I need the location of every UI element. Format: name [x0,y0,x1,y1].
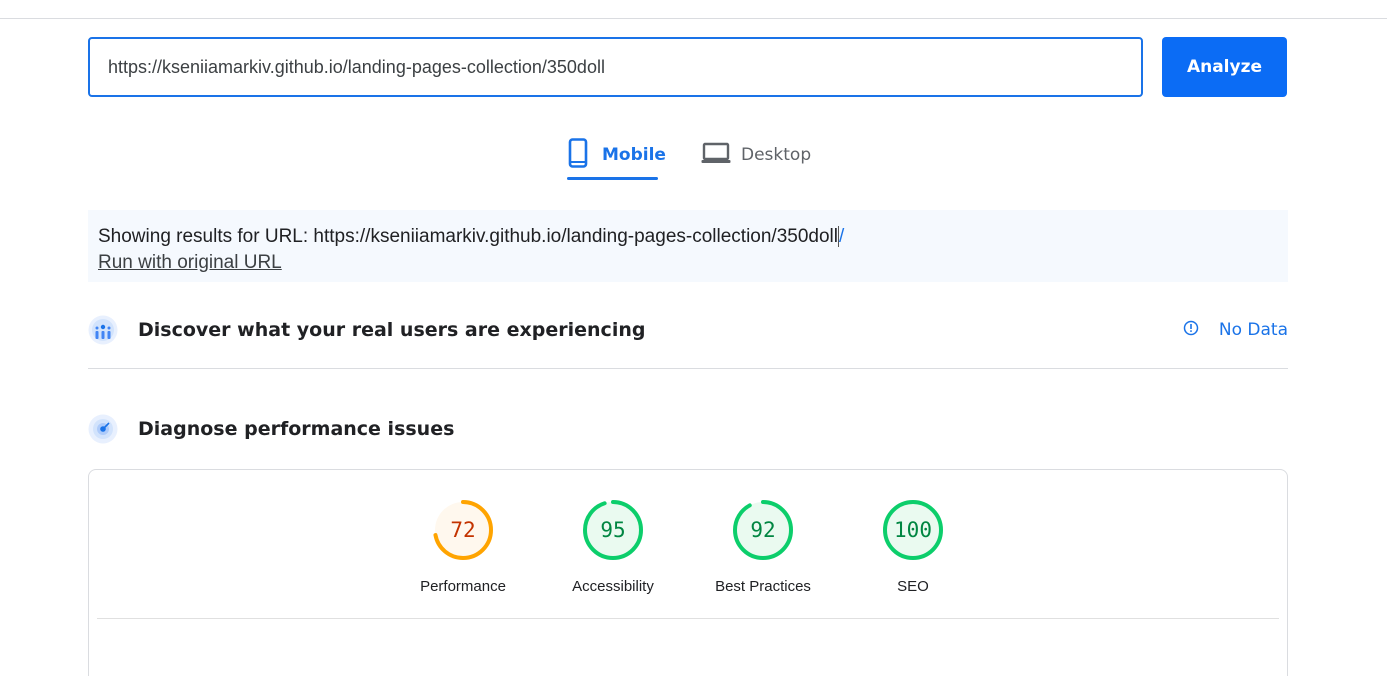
active-tab-indicator [567,177,658,180]
url-input[interactable] [88,37,1143,97]
tab-mobile-label: Mobile [602,145,666,165]
tab-desktop[interactable]: Desktop [701,130,816,180]
info-icon [1183,320,1199,341]
score-value: 95 [600,518,625,542]
laptop-icon [701,141,731,170]
tab-desktop-label: Desktop [741,145,812,165]
field-data-title: Discover what your real users are experi… [138,319,646,341]
score-value: 72 [450,518,475,542]
results-url-text: Showing results for URL: https://kseniia… [98,224,1278,250]
score-ring: 100 [883,500,943,560]
score-label: Accessibility [572,578,654,595]
score-ring: 92 [733,500,793,560]
score-value: 92 [750,518,775,542]
results-url-notice: Showing results for URL: https://kseniia… [88,210,1288,282]
tab-mobile[interactable]: Mobile [567,130,666,180]
lighthouse-icon [88,414,118,444]
results-url-prefix: Showing results for URL: https://kseniia… [98,226,838,247]
field-data-section: Discover what your real users are experi… [88,310,1288,350]
run-original-url-link[interactable]: Run with original URL [98,250,282,276]
score-label: SEO [897,578,929,595]
card-divider [97,618,1279,619]
seo-score-gauge[interactable]: 100 SEO [853,498,973,595]
smartphone-icon [567,137,589,173]
no-data-indicator[interactable]: No Data [1183,310,1288,350]
score-label: Performance [420,578,506,595]
best-practices-score-gauge[interactable]: 92 Best Practices [703,498,823,595]
lab-data-title: Diagnose performance issues [138,418,455,440]
device-tabs: Mobile Desktop [0,130,1387,182]
score-label: Best Practices [715,578,811,595]
analyze-button[interactable]: Analyze [1162,37,1287,97]
score-ring: 72 [433,500,493,560]
crux-users-icon [88,315,118,345]
score-value: 100 [894,518,932,542]
no-data-label: No Data [1218,320,1288,340]
top-divider [0,18,1387,19]
lab-data-section: Diagnose performance issues [88,409,1288,449]
accessibility-score-gauge[interactable]: 95 Accessibility [553,498,673,595]
section-divider [88,368,1288,369]
score-ring: 95 [583,500,643,560]
performance-score-gauge[interactable]: 72 Performance [403,498,523,595]
results-url-suffix: / [837,226,845,247]
scores-card: 72 Performance 95 Accessibility 92 Best Pra… [88,469,1288,676]
